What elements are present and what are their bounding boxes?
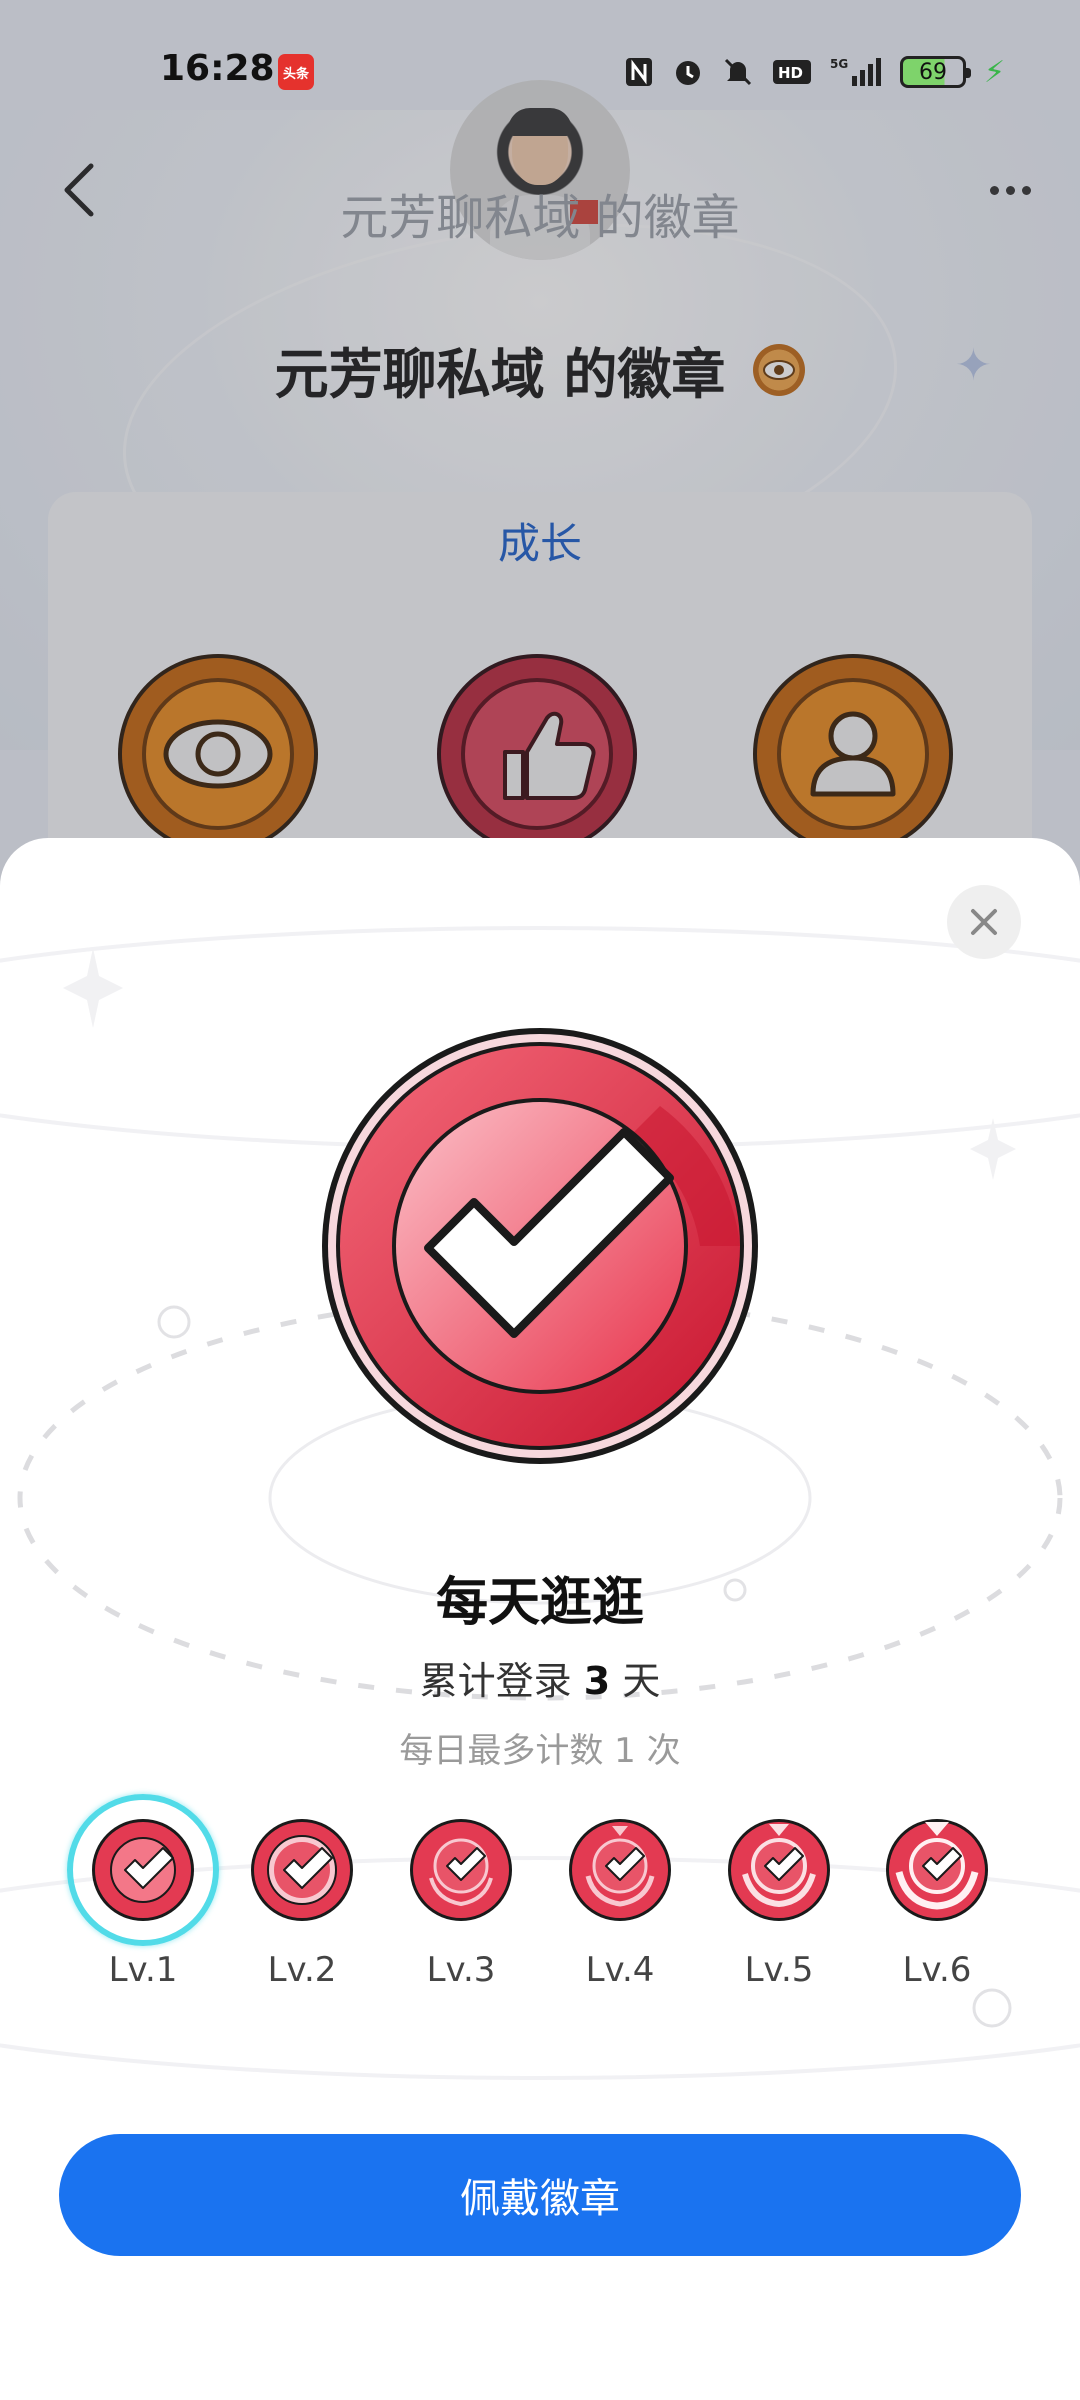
status-icons: HD 5G 69 ⚡: [624, 52, 1005, 92]
level-label: Lv.3: [426, 1950, 496, 1990]
selected-ring: [67, 1794, 219, 1946]
level-item-5[interactable]: Lv.5: [704, 1818, 854, 1990]
checkmark-icon: [322, 1028, 758, 1464]
svg-text:5G: 5G: [830, 57, 848, 71]
level-badge-icon: [886, 1819, 988, 1921]
5g-signal-icon: 5G: [830, 56, 882, 88]
level-badge-icon: [569, 1819, 671, 1921]
level-badge-icon: [728, 1819, 830, 1921]
level-item-1[interactable]: Lv.1: [67, 1794, 219, 1990]
level-item-6[interactable]: Lv.6: [862, 1818, 1012, 1990]
badge-name: 每天逛逛: [435, 1573, 644, 1633]
close-icon: [971, 909, 997, 935]
wear-badge-button[interactable]: 佩戴徽章: [59, 2134, 1021, 2256]
close-button[interactable]: [947, 885, 1021, 959]
level-label: Lv.2: [267, 1950, 337, 1990]
level-label: Lv.1: [108, 1950, 178, 1990]
status-bar: 16:28 头条 HD 5G 69 ⚡: [0, 0, 1080, 105]
badge-progress-prefix: 累计登录: [419, 1659, 572, 1703]
status-time: 16:28: [160, 48, 275, 89]
mute-icon: [722, 56, 754, 88]
charging-icon: ⚡: [984, 54, 1006, 90]
svg-text:HD: HD: [778, 64, 803, 82]
level-label: Lv.6: [902, 1950, 972, 1990]
badge-limit-note: 每日最多计数 1 次: [399, 1731, 681, 1771]
alarm-icon: [672, 56, 704, 88]
badge-progress-suffix: 天: [622, 1659, 661, 1703]
level-label: Lv.5: [744, 1950, 814, 1990]
level-badge-icon: [410, 1819, 512, 1921]
badge-detail-sheet: 每天逛逛 累计登录 3 天 每日最多计数 1 次 Lv.1 Lv.2 Lv.3: [0, 838, 1080, 2400]
badge-progress-count: 3: [583, 1659, 611, 1703]
level-label: Lv.4: [585, 1950, 655, 1990]
hd-icon: HD: [772, 56, 812, 88]
level-badge-icon: [251, 1819, 353, 1921]
badge-progress: 累计登录 3 天: [0, 1650, 1080, 1705]
battery-icon: 69: [900, 56, 971, 88]
level-selector: Lv.1 Lv.2 Lv.3 Lv.4 Lv.5 Lv.6: [0, 1794, 1080, 1998]
badge-checkmark-large: [320, 1026, 760, 1466]
level-item-3[interactable]: Lv.3: [386, 1818, 536, 1990]
level-item-2[interactable]: Lv.2: [227, 1818, 377, 1990]
level-item-4[interactable]: Lv.4: [545, 1818, 695, 1990]
toutiao-app-icon: 头条: [278, 54, 314, 90]
nfc-icon: [624, 56, 654, 88]
